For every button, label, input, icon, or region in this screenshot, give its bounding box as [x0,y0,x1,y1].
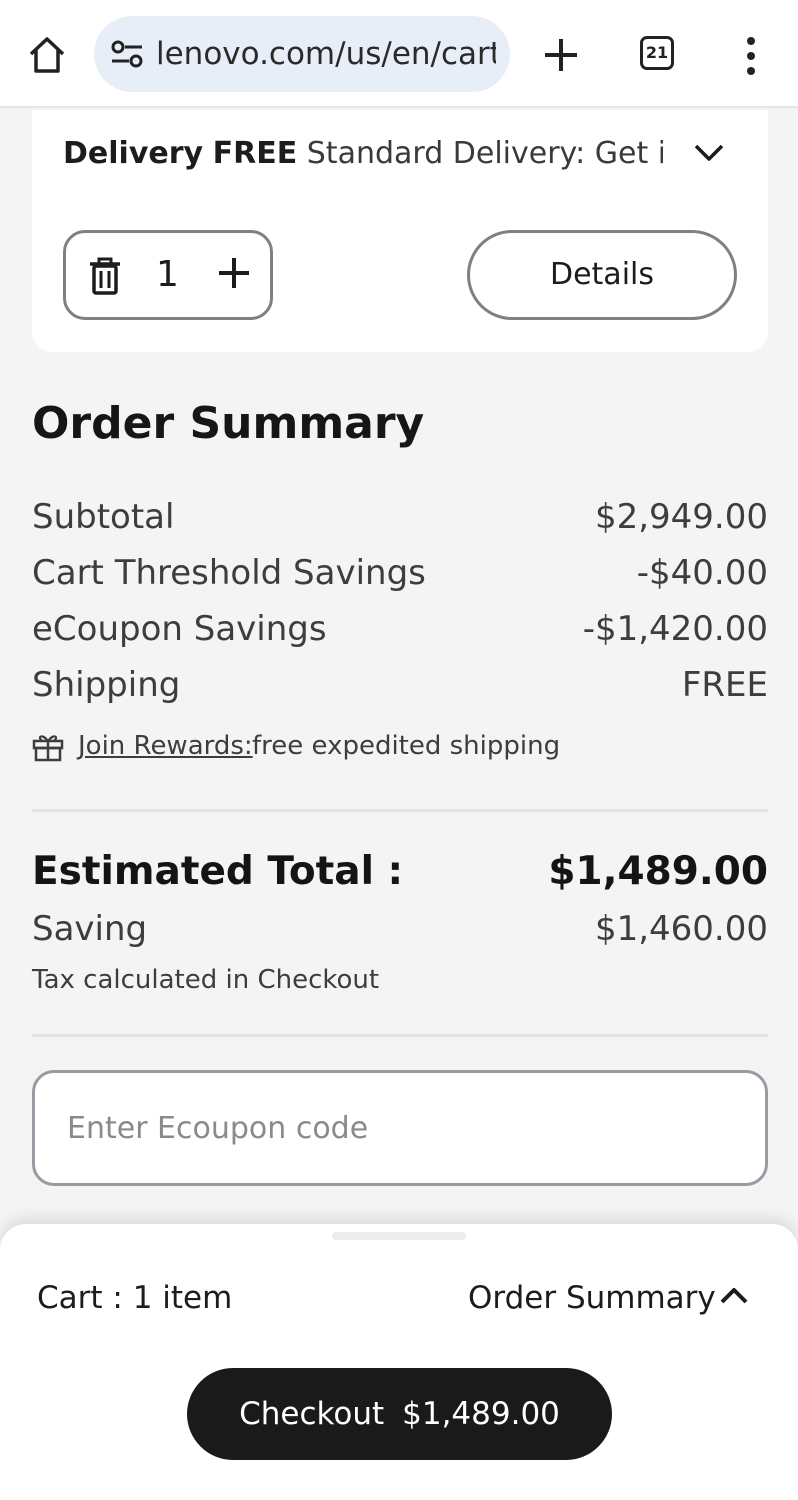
menu-icon[interactable] [742,36,760,76]
cart-item-count: Cart : 1 item [37,1280,233,1316]
site-settings-icon[interactable] [110,40,144,68]
saving-value: $1,460.00 [594,909,768,949]
divider [32,809,768,812]
checkout-button[interactable]: Checkout $1,489.00 [187,1368,612,1460]
checkout-bottom-sheet: Cart : 1 item Order Summary Checkout $1,4… [0,1224,798,1500]
summary-line-threshold-savings: Cart Threshold Savings -$40.00 [32,550,768,596]
cart-item-card: Delivery FREE Standard Delivery: Get it … [32,110,768,352]
summary-line-value: $2,949.00 [594,497,768,537]
details-button[interactable]: Details [467,230,737,320]
summary-line-value: FREE [681,665,768,705]
summary-line-value: -$40.00 [636,553,768,593]
summary-line-label: Shipping [32,665,181,705]
summary-line-ecoupon-savings: eCoupon Savings -$1,420.00 [32,606,768,652]
quantity-value: 1 [156,254,179,295]
chevron-up-icon[interactable] [718,1284,750,1308]
url-text[interactable]: lenovo.com/us/en/cart [156,34,496,74]
delivery-label: Delivery [63,136,204,171]
delivery-text: Standard Delivery: Get it ... [306,136,663,171]
order-summary-toggle[interactable]: Order Summary [468,1276,716,1320]
new-tab-icon[interactable] [540,34,582,76]
drag-handle[interactable] [332,1232,466,1240]
summary-line-subtotal: Subtotal $2,949.00 [32,494,768,540]
chevron-down-icon[interactable] [692,140,726,166]
estimated-total-row: Estimated Total : $1,489.00 [32,846,768,898]
summary-line-label: Cart Threshold Savings [32,553,426,593]
order-summary-title: Order Summary [32,398,425,449]
saving-row: Saving $1,460.00 [32,906,768,952]
summary-line-label: Subtotal [32,497,175,537]
browser-toolbar: lenovo.com/us/en/cart 21 [0,0,798,108]
tax-note: Tax calculated in Checkout [32,965,380,995]
delivery-price: FREE [212,136,298,171]
summary-line-value: -$1,420.00 [582,609,768,649]
estimated-total-label: Estimated Total : [32,849,404,894]
tabs-icon[interactable]: 21 [640,36,674,70]
divider [32,1034,768,1037]
estimated-total-value: $1,489.00 [548,849,768,894]
summary-line-label: eCoupon Savings [32,609,327,649]
rewards-text: free expedited shipping [252,731,561,761]
address-bar[interactable]: lenovo.com/us/en/cart [94,16,510,92]
join-rewards-link[interactable]: Join Rewards: [78,728,253,764]
trash-icon[interactable] [88,257,122,295]
delivery-info: Delivery FREE Standard Delivery: Get it … [63,134,663,174]
saving-label: Saving [32,909,148,949]
plus-icon[interactable] [216,255,252,291]
home-icon[interactable] [26,34,68,76]
checkout-total: $1,489.00 [402,1396,560,1432]
ecoupon-input[interactable] [32,1070,768,1186]
quantity-stepper: 1 [63,230,273,320]
gift-icon [32,735,64,762]
checkout-label: Checkout [239,1396,385,1432]
summary-line-shipping: Shipping FREE [32,662,768,708]
